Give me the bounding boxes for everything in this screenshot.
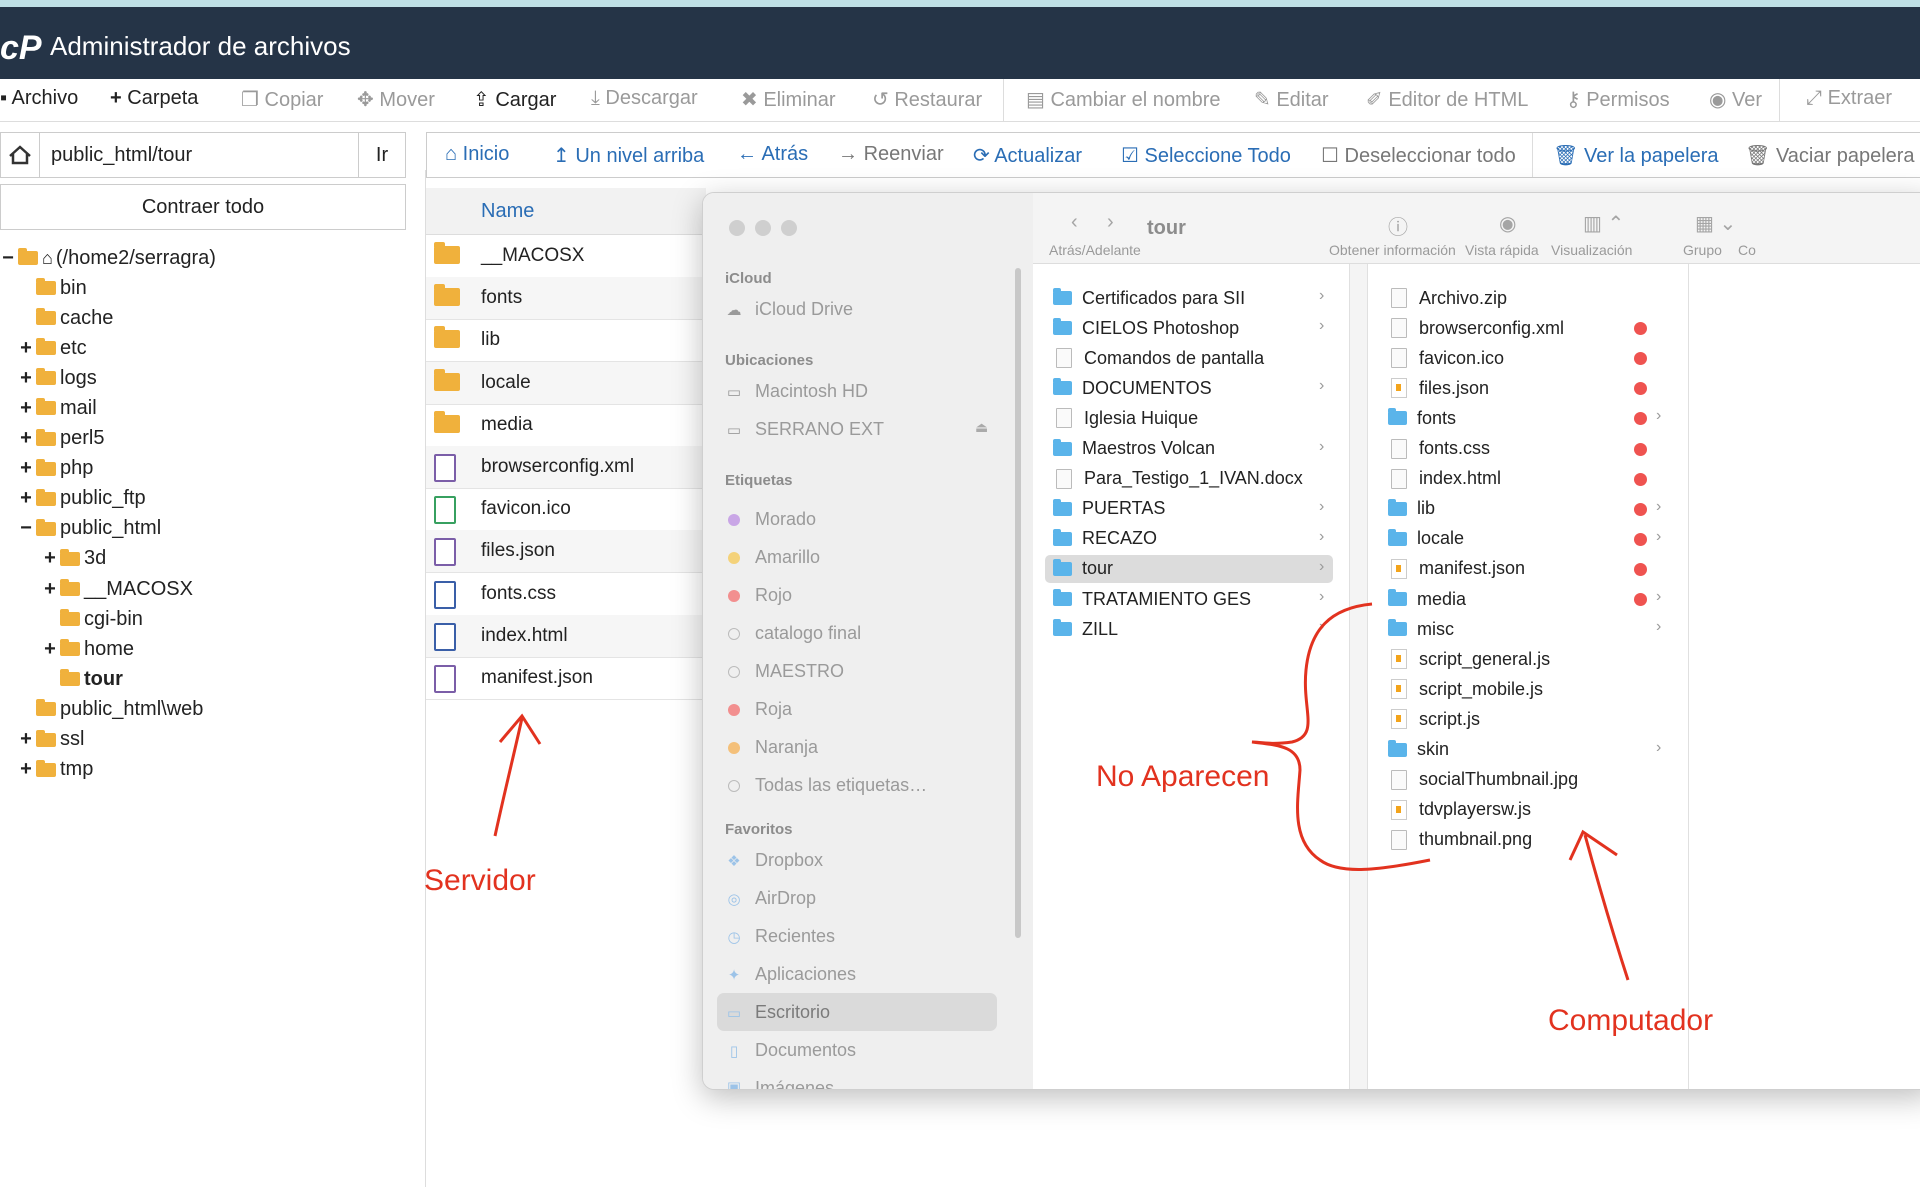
annotation-no-aparecen: No Aparecen [1096, 760, 1270, 793]
brace-no-aparecen [1251, 602, 1431, 871]
annotation-computador: Computador [1548, 1004, 1714, 1037]
annotation-servidor: Servidor [424, 864, 536, 897]
arrow-computador [1568, 829, 1630, 981]
arrow-servidor [493, 713, 542, 837]
